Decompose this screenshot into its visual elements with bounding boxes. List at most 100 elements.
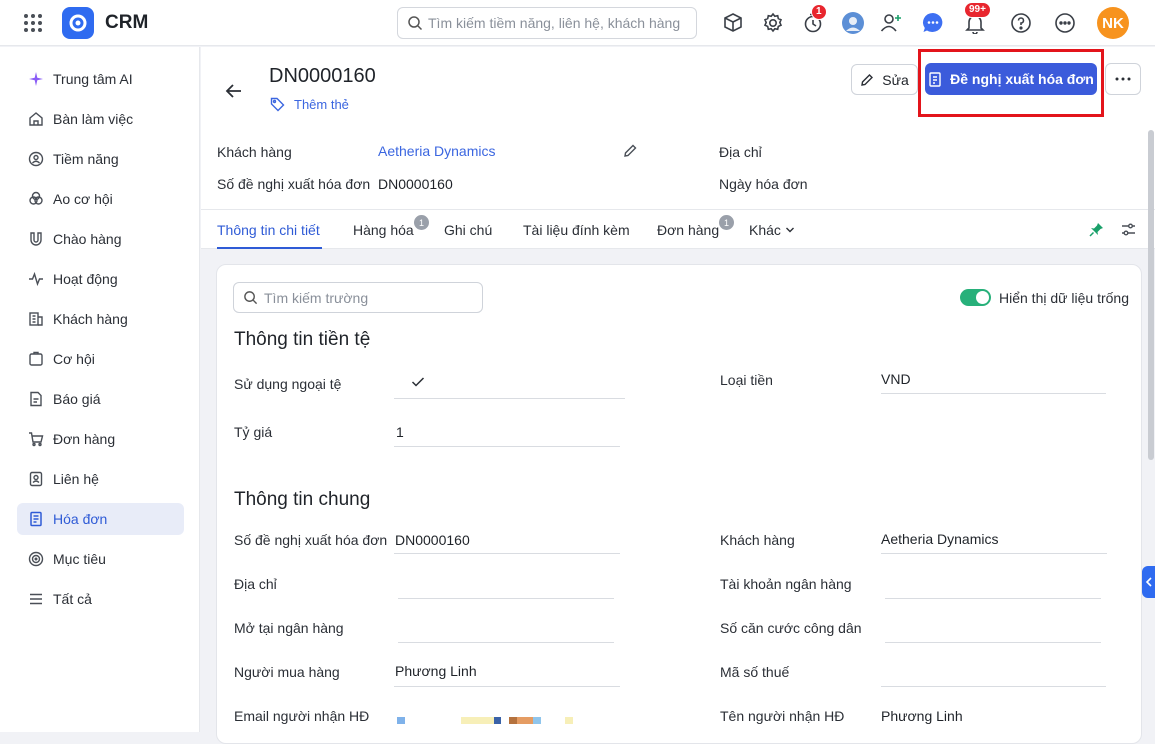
sidebar-item-label: Cơ hội [53,351,95,367]
tab-products-badge: 1 [414,215,429,230]
add-tag-link[interactable]: Thêm thẻ [270,97,349,112]
add-tag-label: Thêm thẻ [294,97,349,112]
sidebar-item-workspace[interactable]: Bàn làm việc [17,103,184,135]
search-icon [244,291,258,305]
box-search-icon[interactable] [721,11,745,35]
chevron-left-icon [1145,577,1152,587]
reminder-badge: 1 [811,4,827,20]
user-avatar[interactable]: NK [1097,7,1129,39]
tab-settings-sliders-icon[interactable] [1121,222,1136,240]
more-menu-icon[interactable] [1053,11,1077,35]
notification-bell-icon[interactable]: 99+ [963,2,991,35]
sidebar-item-all[interactable]: Tất cả [17,583,184,615]
pencil-icon [861,73,874,86]
email-label: Email người nhận HĐ [234,708,370,724]
request-invoice-button[interactable]: Đề nghị xuất hóa đơn [925,63,1097,95]
buyer-label: Người mua hàng [234,664,340,680]
sidebar-item-opportunities[interactable]: Cơ hội [17,343,184,375]
active-tab-indicator [217,247,322,249]
more-actions-button[interactable] [1105,63,1141,95]
request-no-label: Số đề nghị xuất hóa đơn [234,532,388,548]
detail-tabs: Thông tin chi tiết Hàng hóa 1 Ghi chú Tà… [201,209,1155,249]
bank-open-label: Mở tại ngân hàng [234,620,344,636]
sidebar-item-offers[interactable]: Chào hàng [17,223,184,255]
receiver-label: Tên người nhận HĐ [720,708,845,724]
exchange-rate-value: 1 [396,424,404,440]
header-customer-value[interactable]: Aetheria Dynamics [378,143,496,159]
sidebar-item-label: Ao cơ hội [53,191,113,207]
settings-gear-icon[interactable] [761,11,785,35]
sidebar-item-opportunity-pool[interactable]: Ao cơ hội [17,183,184,215]
tab-details[interactable]: Thông tin chi tiết [217,222,320,238]
app-grid-icon[interactable] [22,12,44,34]
invoice-icon [28,511,44,527]
tab-products[interactable]: Hàng hóa [353,222,414,238]
sidebar-item-label: Hóa đơn [53,511,108,527]
buyer-value[interactable]: Phương Linh [395,663,477,679]
back-arrow-icon[interactable] [223,80,245,102]
header-request-no-value: DN0000160 [378,176,453,192]
general-section-title: Thông tin chung [234,489,371,510]
address-label: Địa chỉ [234,576,277,592]
customer-value[interactable]: Aetheria Dynamics [881,531,999,547]
header-address-label: Địa chỉ [719,144,762,160]
main-content: DN0000160 Thêm thẻ Sửa Đề nghị xuất hóa … [201,47,1155,744]
user-avatar-small-icon[interactable] [841,11,865,35]
contact-icon [28,471,44,487]
sidebar-item-label: Chào hàng [53,231,122,247]
scrollbar[interactable] [1148,130,1154,460]
home-icon [28,111,44,127]
global-search-input[interactable] [428,13,690,33]
sidebar-item-quotes[interactable]: Báo giá [17,383,184,415]
tab-orders-badge: 1 [719,215,734,230]
show-empty-toggle-group: Hiển thị dữ liệu trống [960,289,1129,306]
top-bar: CRM 1 99+ NK [0,0,1155,46]
sidebar-item-leads[interactable]: Tiềm năng [17,143,184,175]
tag-icon [270,97,285,112]
record-header: DN0000160 Thêm thẻ Sửa Đề nghị xuất hóa … [201,47,1155,209]
sidebar: Trung tâm AI Bàn làm việc Tiềm năng Ao c… [0,47,200,732]
tab-more-label: Khác [749,222,781,238]
citizen-id-label: Số căn cước công dân [720,620,862,636]
pin-icon[interactable] [1089,222,1104,240]
edit-customer-pencil-icon[interactable] [623,143,638,161]
header-invoice-date-label: Ngày hóa đơn [719,176,808,192]
tab-notes[interactable]: Ghi chú [444,222,492,238]
show-empty-toggle[interactable] [960,289,991,306]
receiver-value: Phương Linh [881,708,963,724]
bank-account-label: Tài khoản ngân hàng [720,576,852,592]
reminder-timer-icon[interactable]: 1 [801,4,827,35]
sidebar-item-customers[interactable]: Khách hàng [17,303,184,335]
crm-logo-icon[interactable] [62,7,94,39]
tab-more[interactable]: Khác [749,222,795,238]
show-empty-label: Hiển thị dữ liệu trống [999,289,1129,306]
edit-label: Sửa [882,71,909,88]
checkmark-icon [411,375,425,391]
collapse-panel-button[interactable] [1142,566,1155,598]
tab-attachments[interactable]: Tài liệu đính kèm [523,222,630,238]
search-icon [408,16,423,31]
global-search[interactable] [397,7,697,39]
sidebar-item-activities[interactable]: Hoạt động [17,263,184,295]
sidebar-item-goals[interactable]: Mục tiêu [17,543,184,575]
edit-button[interactable]: Sửa [851,64,918,95]
invoice-request-icon [929,71,941,87]
field-search[interactable] [233,282,483,313]
sidebar-item-contacts[interactable]: Liên hệ [17,463,184,495]
field-search-input[interactable] [264,289,474,307]
sidebar-item-ai-center[interactable]: Trung tâm AI [17,63,184,95]
exchange-rate-label: Tỷ giá [234,424,273,440]
sidebar-item-label: Báo giá [53,391,101,407]
sidebar-item-label: Bàn làm việc [53,111,134,127]
currency-label: Loại tiền [720,372,773,388]
chat-icon[interactable] [921,11,945,35]
currency-value: VND [881,371,911,387]
help-icon[interactable] [1009,11,1033,35]
sidebar-item-orders[interactable]: Đơn hàng [17,423,184,455]
tab-orders[interactable]: Đơn hàng [657,222,719,238]
sidebar-item-label: Đơn hàng [53,431,116,447]
use-foreign-currency-label: Sử dụng ngoại tệ [234,376,342,392]
field-underline [881,686,1106,687]
add-user-icon[interactable] [879,11,903,35]
sidebar-item-invoices[interactable]: Hóa đơn [17,503,184,535]
